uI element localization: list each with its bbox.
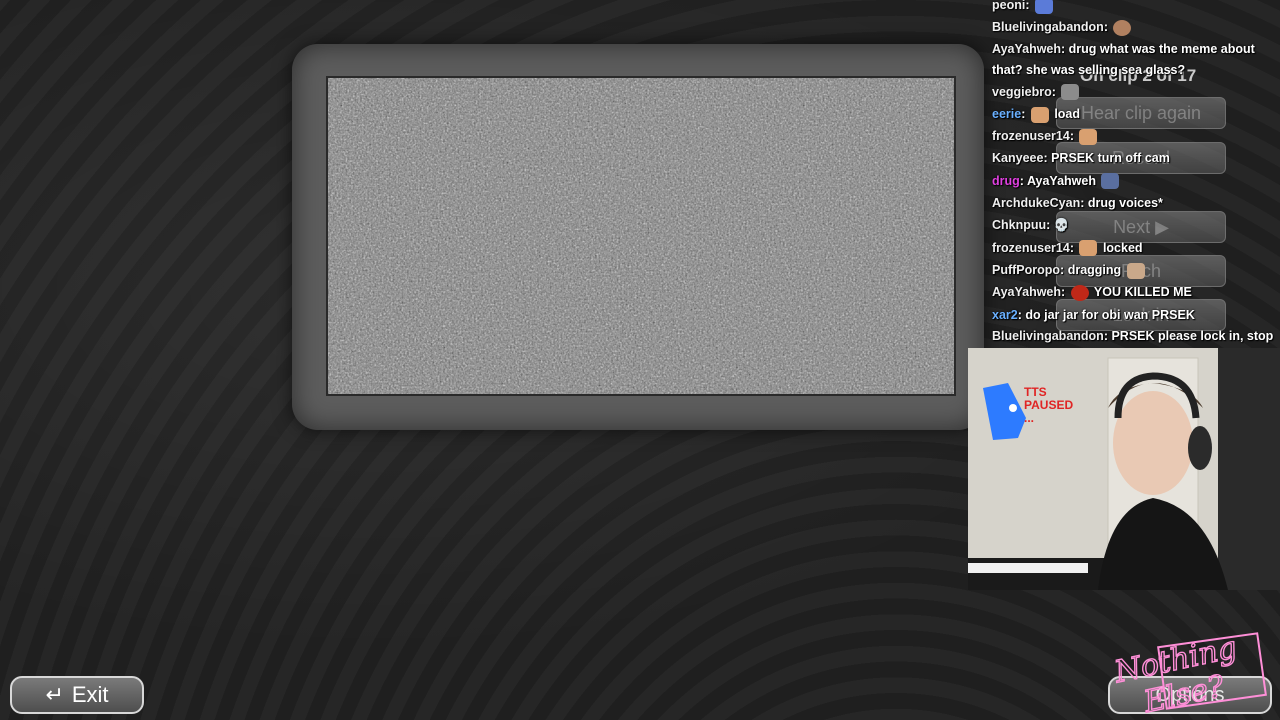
chat-username: eerie <box>992 106 1022 121</box>
tv-static-screen <box>326 76 956 396</box>
emote-icon <box>1126 262 1145 279</box>
chat-username: PuffPoropo <box>992 262 1061 277</box>
chat-username: AyaYahweh <box>992 285 1062 300</box>
exit-label: Exit <box>71 682 109 707</box>
chat-username: peoni <box>992 0 1026 12</box>
emote-icon <box>1030 106 1049 123</box>
chat-text: AyaYahweh <box>1026 173 1096 188</box>
chat-message: peoni: <box>988 0 1280 16</box>
tts-paused-badge: TTS PAUSED ... <box>1024 386 1073 425</box>
chat-username: frozenuser14 <box>992 129 1070 144</box>
chat-text: drug voices* <box>1087 196 1163 211</box>
chat-message: Chknpuu: 💀 <box>992 218 1070 233</box>
chat-username: ArchdukeCyan <box>992 196 1081 211</box>
chat-overlay: peoni: Bluelivingabandon: AyaYahweh: dru… <box>988 0 1280 368</box>
chat-text: PRSEK turn off cam <box>1051 151 1170 166</box>
emote-icon <box>1101 173 1120 190</box>
chat-message: drug: AyaYahweh <box>988 170 1280 192</box>
chat-message: ArchdukeCyan: drug voices* <box>992 196 1163 211</box>
chat-message: veggiebro: <box>988 81 1280 103</box>
back-arrow-icon: ↵ <box>45 682 64 707</box>
options-button[interactable]: Options <box>1108 676 1272 714</box>
exit-button[interactable]: ↵ Exit <box>10 676 144 714</box>
emote-icon <box>1079 240 1098 257</box>
tts-dots: ... <box>1024 411 1035 425</box>
chat-text: locked <box>1102 240 1143 255</box>
chat-username: Bluelivingabandon <box>992 20 1104 35</box>
chat-text: load <box>1054 106 1081 121</box>
chat-message: xar2: do jar jar for obi wan PRSEK <box>992 307 1195 322</box>
chat-message: Bluelivingabandon: <box>988 16 1280 38</box>
chat-message: PuffPoropo: dragging <box>988 259 1280 281</box>
chat-text: dragging <box>1067 262 1122 277</box>
chat-username: drug <box>992 173 1020 188</box>
chat-text: do jar jar for obi wan PRSEK <box>1025 307 1195 322</box>
chat-username: Kanyeee <box>992 151 1044 166</box>
chat-username: Bluelivingabandon <box>992 328 1104 343</box>
skull-icon: 💀 <box>1053 218 1070 233</box>
chat-message: AyaYahweh: YOU KILLED ME <box>992 284 1192 301</box>
emote-icon <box>1070 284 1089 301</box>
static-noise <box>328 78 954 394</box>
chat-message: eerie: load <box>992 106 1081 123</box>
chat-message: AyaYahweh: drug what was the meme about … <box>992 41 1255 77</box>
chat-username: frozenuser14 <box>992 240 1070 255</box>
chat-username: AyaYahweh <box>992 41 1062 56</box>
emote-icon <box>1079 128 1098 145</box>
chat-username: veggiebro <box>992 84 1052 99</box>
chat-text: YOU KILLED ME <box>1093 285 1192 300</box>
webcam-feed <box>968 348 1280 590</box>
chat-message: frozenuser14: locked <box>992 240 1143 257</box>
emote-icon <box>1034 0 1053 14</box>
chat-message: Kanyeee: PRSEK turn off cam <box>992 151 1170 166</box>
chat-message: frozenuser14: <box>988 125 1280 147</box>
chat-username: xar2 <box>992 307 1018 322</box>
chat-username: Chknpuu <box>992 218 1047 233</box>
emote-icon <box>1113 20 1132 36</box>
emote-icon <box>1061 84 1080 101</box>
